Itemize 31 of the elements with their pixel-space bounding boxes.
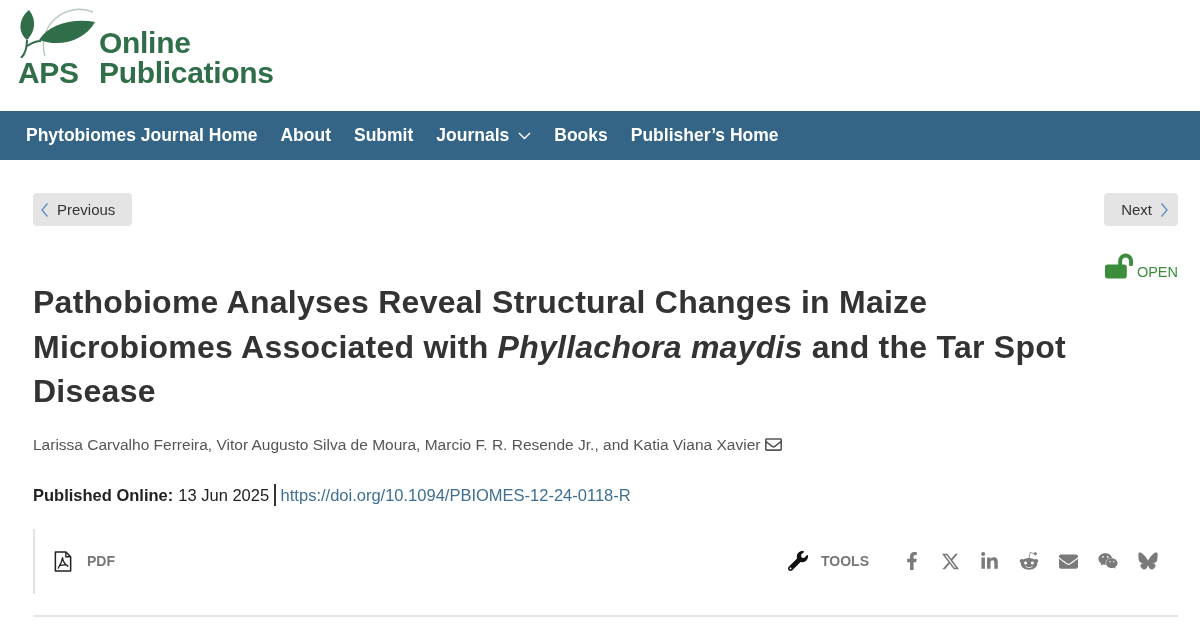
chevron-left-icon: [41, 202, 48, 217]
email-icon[interactable]: [1059, 551, 1078, 571]
pdf-link[interactable]: PDF: [54, 550, 115, 572]
nav-link[interactable]: Submit: [354, 125, 414, 146]
caret-icon: [518, 131, 532, 140]
author-list: Larissa Carvalho Ferreira, Vitor Augusto Silva de Moura, Marcio F. R. Resende Jr., and Katia Viana Xavier: [33, 433, 761, 456]
publish-date: 13 Jun 2025: [178, 484, 270, 506]
envelope-icon[interactable]: [765, 436, 783, 453]
x-icon[interactable]: [941, 551, 960, 571]
chevron-right-icon: [1161, 202, 1168, 217]
wrench-icon: [788, 551, 809, 571]
article-title: Pathobiome Analyses Reveal Structural Changes in Maize Microbiomes Associated with Phyllachora maydis and the Tar Spot Disease: [33, 283, 1067, 411]
logo-text: Online: [99, 28, 192, 58]
reddit-icon[interactable]: [1019, 551, 1039, 571]
nav-dropdown[interactable]: Journals: [436, 125, 532, 146]
published-label: Published Online:: [33, 484, 174, 506]
nav-link[interactable]: Books: [554, 125, 608, 146]
nav-link[interactable]: About: [280, 125, 331, 146]
wechat-icon[interactable]: [1098, 551, 1118, 571]
linkedin-icon[interactable]: [980, 551, 999, 571]
butterfly-icon[interactable]: [1138, 552, 1158, 570]
previous-button[interactable]: Previous: [33, 193, 133, 226]
pdf-file-icon: [54, 550, 72, 572]
logo-text: APS: [17, 58, 80, 88]
doi-link[interactable]: https://doi.org/10.1094/PBIOMES-12-24-0118-R: [280, 483, 631, 506]
next-button[interactable]: Next: [1104, 193, 1178, 226]
nav-link[interactable]: Publisher’s Home: [630, 125, 779, 146]
nav-link[interactable]: Phytobiomes Journal Home: [26, 125, 258, 146]
logo-text: Publications: [99, 58, 274, 88]
tools-button[interactable]: TOOLS: [788, 551, 869, 571]
open-access-label: OPEN: [1136, 264, 1178, 280]
